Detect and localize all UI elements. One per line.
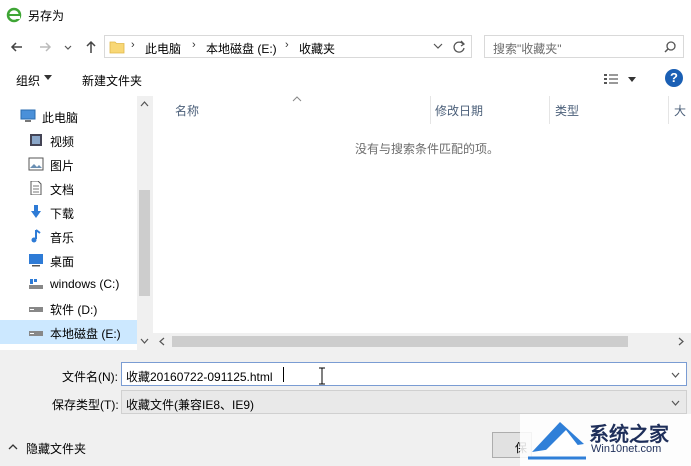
column-header-date-modified[interactable]: 修改日期 bbox=[435, 102, 483, 119]
nav-item-label: 软件 (D:) bbox=[50, 303, 98, 317]
search-box[interactable]: 搜索"收藏夹" bbox=[484, 35, 684, 58]
nav-item-label: 视频 bbox=[50, 135, 75, 149]
recent-locations-chevron-icon[interactable] bbox=[62, 38, 74, 56]
search-input[interactable]: 搜索"收藏夹" bbox=[493, 40, 562, 57]
search-icon[interactable] bbox=[663, 40, 677, 54]
column-divider[interactable] bbox=[549, 96, 550, 124]
address-bar[interactable]: › 此电脑 › 本地磁盘 (E:) › 收藏夹 bbox=[104, 35, 472, 58]
drive-icon bbox=[29, 307, 43, 312]
nav-item-label: 本地磁盘 (E:) bbox=[50, 327, 121, 341]
column-header-size[interactable]: 大 bbox=[674, 102, 686, 119]
breadcrumb-separator: › bbox=[285, 39, 289, 51]
nav-item-music[interactable]: 音乐 bbox=[0, 224, 137, 248]
nav-item-documents[interactable]: 文档 bbox=[0, 176, 137, 200]
command-bar: 组织 新建文件夹 bbox=[0, 64, 691, 96]
nav-item-downloads[interactable]: 下载 bbox=[0, 200, 137, 224]
new-folder-button[interactable]: 新建文件夹 bbox=[82, 72, 142, 89]
column-header-name[interactable]: 名称 bbox=[175, 102, 199, 119]
nav-item-label: 图片 bbox=[50, 159, 75, 173]
scroll-down-icon[interactable] bbox=[139, 336, 150, 346]
address-dropdown-icon[interactable] bbox=[431, 39, 445, 53]
breadcrumb-local-disk-e[interactable]: 本地磁盘 (E:) bbox=[206, 40, 277, 57]
nav-item-pictures[interactable]: 图片 bbox=[0, 152, 137, 176]
filename-dropdown-icon[interactable] bbox=[671, 372, 680, 378]
picture-icon bbox=[28, 157, 44, 171]
column-divider[interactable] bbox=[668, 96, 669, 124]
filetype-dropdown-icon[interactable] bbox=[671, 400, 680, 406]
window-title: 另存为 bbox=[28, 9, 65, 23]
filename-field[interactable]: 收藏20160722-091125.html bbox=[121, 362, 687, 386]
download-icon bbox=[31, 205, 41, 218]
scroll-up-icon[interactable] bbox=[139, 99, 150, 109]
filename-value[interactable]: 收藏20160722-091125.html bbox=[126, 368, 273, 385]
breadcrumb-favorites[interactable]: 收藏夹 bbox=[299, 40, 335, 57]
filetype-label: 保存类型(T): bbox=[52, 398, 119, 412]
chevron-up-icon[interactable] bbox=[8, 444, 18, 450]
scroll-right-icon[interactable] bbox=[676, 336, 686, 347]
drive-icon bbox=[29, 279, 43, 289]
watermark-subtitle: Win10net.com bbox=[591, 443, 662, 455]
sort-ascending-icon bbox=[292, 96, 302, 102]
text-caret bbox=[283, 367, 284, 382]
title-bar: 另存为 bbox=[0, 0, 691, 30]
nav-item-this-pc[interactable]: 此电脑 bbox=[0, 104, 137, 128]
ie-app-icon bbox=[6, 7, 22, 23]
hide-folders-button[interactable]: 隐藏文件夹 bbox=[26, 440, 86, 457]
column-header-type[interactable]: 类型 bbox=[555, 102, 579, 119]
nav-pane-scroll-thumb[interactable] bbox=[139, 190, 150, 296]
refresh-icon[interactable] bbox=[451, 39, 467, 55]
document-icon bbox=[30, 181, 42, 195]
drive-icon bbox=[29, 331, 43, 336]
organize-button[interactable]: 组织 bbox=[16, 72, 40, 89]
nav-item-label: 桌面 bbox=[50, 255, 75, 269]
back-arrow-icon[interactable] bbox=[8, 38, 26, 56]
forward-arrow-icon[interactable] bbox=[36, 38, 54, 56]
desktop-icon bbox=[29, 254, 43, 267]
breadcrumb-this-pc[interactable]: 此电脑 bbox=[145, 40, 181, 57]
nav-item-drive-e[interactable]: 本地磁盘 (E:) bbox=[0, 320, 137, 344]
file-list[interactable]: 名称 修改日期 类型 大 bbox=[152, 96, 691, 350]
folder-icon bbox=[109, 41, 125, 54]
view-dropdown-icon[interactable] bbox=[628, 77, 636, 83]
nav-item-videos[interactable]: 视频 bbox=[0, 128, 137, 152]
breadcrumb-separator: › bbox=[192, 39, 196, 51]
nav-item-label: 此电脑 bbox=[42, 111, 79, 125]
hscroll-thumb[interactable] bbox=[172, 336, 628, 347]
nav-item-label: 下载 bbox=[50, 207, 75, 221]
breadcrumb-separator: › bbox=[131, 39, 135, 51]
music-icon bbox=[31, 229, 41, 243]
help-icon[interactable]: ? bbox=[665, 69, 683, 87]
video-icon bbox=[30, 134, 42, 146]
filetype-value[interactable]: 收藏文件(兼容IE8、IE9) bbox=[126, 396, 254, 413]
filename-label: 文件名(N): bbox=[62, 370, 118, 384]
nav-item-drive-c[interactable]: windows (C:) bbox=[0, 272, 137, 296]
organize-dropdown-icon[interactable] bbox=[44, 75, 52, 81]
up-arrow-icon[interactable] bbox=[82, 38, 100, 56]
column-divider[interactable] bbox=[430, 96, 431, 124]
nav-item-drive-d[interactable]: 软件 (D:) bbox=[0, 296, 137, 320]
scroll-left-icon[interactable] bbox=[157, 336, 167, 347]
nav-item-desktop[interactable]: 桌面 bbox=[0, 248, 137, 272]
nav-item-label: 文档 bbox=[50, 183, 75, 197]
empty-folder-message: 没有与搜索条件匹配的项。 bbox=[355, 142, 500, 156]
computer-icon bbox=[20, 109, 36, 122]
filetype-select[interactable]: 收藏文件(兼容IE8、IE9) bbox=[121, 390, 687, 414]
ibeam-cursor-icon bbox=[319, 367, 325, 385]
view-options-icon[interactable] bbox=[603, 72, 619, 86]
navigation-pane: 此电脑 视频 图片 文档 下载 音乐 桌面 windows (C:) 软件 (D… bbox=[0, 96, 152, 350]
nav-item-label: windows (C:) bbox=[50, 277, 120, 291]
nav-item-label: 音乐 bbox=[50, 231, 75, 245]
